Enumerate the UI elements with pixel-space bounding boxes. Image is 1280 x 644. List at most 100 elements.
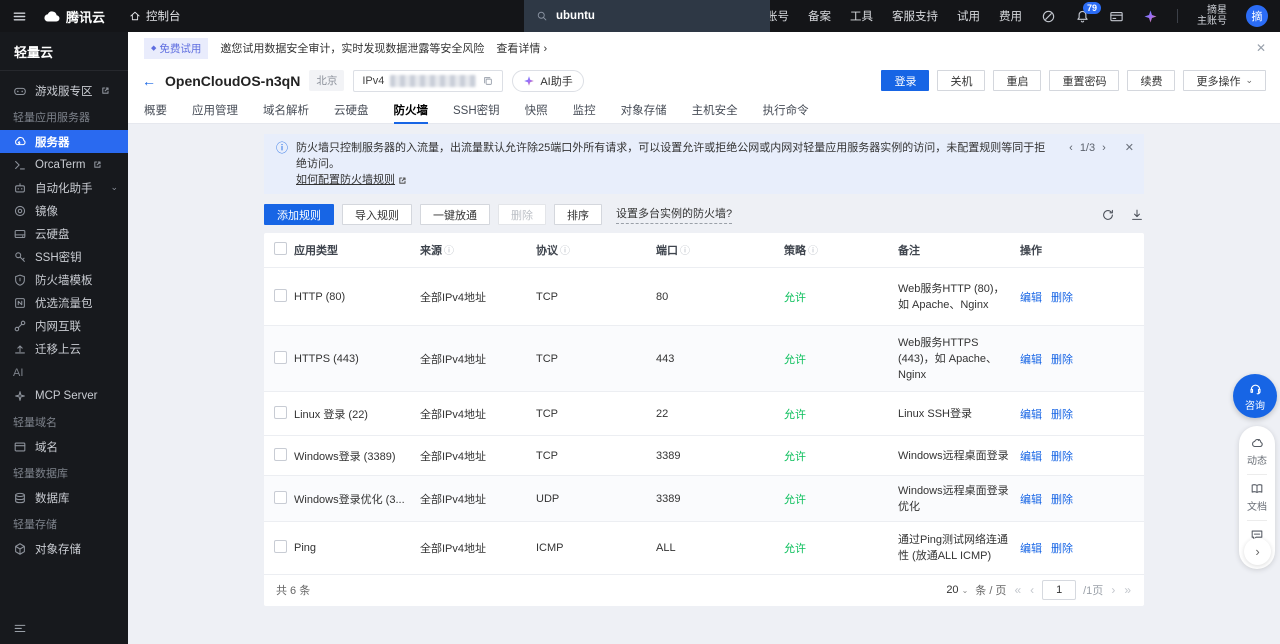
sidebar-collapse-icon[interactable] [13, 621, 27, 635]
nav-support[interactable]: 客服支持 [892, 8, 938, 24]
restart-button[interactable]: 重启 [993, 70, 1042, 91]
sort-button[interactable]: 排序 [554, 204, 602, 225]
tab-run-commands[interactable]: 执行命令 [763, 97, 809, 123]
import-rule-button[interactable]: 导入规则 [342, 204, 412, 225]
edit-link[interactable]: 编辑 [1020, 451, 1042, 463]
ai-assistant-button[interactable]: AI助手 [512, 69, 584, 92]
cell-app-type: Windows登录优化 (3... [294, 493, 405, 506]
tab-ssh-keys[interactable]: SSH密钥 [453, 97, 500, 123]
sidebar-item-object-storage[interactable]: 对象存储 [0, 537, 128, 560]
sidebar-item-database[interactable]: 数据库 [0, 486, 128, 509]
tab-overview[interactable]: 概要 [144, 97, 167, 123]
floating-expand-button[interactable]: › [1244, 538, 1271, 565]
docs-button[interactable]: 文档 [1247, 480, 1267, 515]
login-button[interactable]: 登录 [881, 70, 930, 91]
back-arrow-icon[interactable]: ← [142, 74, 156, 88]
sidebar-item-game-zone[interactable]: 游戏服专区 [0, 79, 128, 102]
sidebar-item-images[interactable]: 镜像 [0, 199, 128, 222]
tab-dns[interactable]: 域名解析 [263, 97, 309, 123]
download-icon[interactable] [1130, 208, 1144, 222]
nav-billing[interactable]: 费用 [999, 8, 1022, 24]
info-icon[interactable]: ⓘ [560, 246, 570, 257]
delete-link[interactable]: 删除 [1051, 543, 1073, 555]
tab-snapshots[interactable]: 快照 [525, 97, 548, 123]
first-page-icon[interactable]: « [1013, 583, 1022, 597]
sidebar-item-orcaterm[interactable]: OrcaTerm [0, 153, 128, 176]
last-page-icon[interactable]: » [1123, 583, 1132, 597]
avatar[interactable]: 摘 [1246, 5, 1268, 27]
reset-password-button[interactable]: 重置密码 [1049, 70, 1120, 91]
edit-link[interactable]: 编辑 [1020, 494, 1042, 506]
tab-app-management[interactable]: 应用管理 [192, 97, 238, 123]
tab-monitoring[interactable]: 监控 [573, 97, 596, 123]
page-size-select[interactable]: 20 ⌄ [946, 584, 968, 596]
tab-cloud-disk[interactable]: 云硬盘 [334, 97, 369, 123]
sidebar-item-automation[interactable]: 自动化助手 ⌄ [0, 176, 128, 199]
consult-button[interactable]: 咨询 [1233, 374, 1277, 418]
select-all-checkbox[interactable] [274, 242, 287, 255]
sidebar-item-ssh-keys[interactable]: SSH密钥 [0, 245, 128, 268]
edit-link[interactable]: 编辑 [1020, 292, 1042, 304]
delete-link[interactable]: 删除 [1051, 292, 1073, 304]
info-icon[interactable]: ⓘ [680, 246, 690, 257]
delete-link[interactable]: 删除 [1051, 354, 1073, 366]
sidebar-item-intranet[interactable]: 内网互联 [0, 314, 128, 337]
row-checkbox[interactable] [274, 288, 287, 302]
nav-icp-filing[interactable]: 备案 [808, 8, 831, 24]
allow-all-button[interactable]: 一键放通 [420, 204, 490, 225]
feed-button[interactable]: 动态 [1247, 434, 1267, 469]
row-checkbox[interactable] [274, 405, 287, 419]
account-name[interactable]: 摘星 主账号 [1197, 5, 1227, 27]
notice-prev-icon[interactable]: ‹ [1069, 140, 1073, 156]
billing-card-icon[interactable] [1109, 9, 1124, 24]
refresh-icon[interactable] [1101, 208, 1115, 222]
multi-instance-firewall-link[interactable]: 设置多台实例的防火墙? [616, 205, 733, 224]
sidebar-item-mcp-server[interactable]: MCP Server [0, 384, 128, 407]
row-checkbox[interactable] [274, 447, 287, 461]
sidebar-item-traffic-packages[interactable]: 优选流量包 [0, 291, 128, 314]
nav-tools[interactable]: 工具 [850, 8, 873, 24]
info-icon[interactable]: ⓘ [808, 246, 818, 257]
tencent-cloud-logo[interactable]: 腾讯云 [43, 7, 105, 26]
topbar-search[interactable] [524, 0, 770, 32]
more-actions-button[interactable]: 更多操作 ⌄ [1183, 70, 1266, 91]
delete-link[interactable]: 删除 [1051, 409, 1073, 421]
row-checkbox[interactable] [274, 350, 287, 364]
notification-bell-icon[interactable]: 79 [1075, 1, 1102, 24]
info-icon[interactable]: ⓘ [444, 246, 454, 257]
copy-icon[interactable] [482, 75, 494, 87]
sidebar-item-firewall-templates[interactable]: 防火墙模板 [0, 268, 128, 291]
search-input[interactable] [556, 10, 716, 22]
tab-host-security[interactable]: 主机安全 [692, 97, 738, 123]
help-compass-icon[interactable] [1041, 9, 1056, 24]
sidebar-item-domain[interactable]: 域名 [0, 435, 128, 458]
sidebar-item-server[interactable]: 服务器 [0, 130, 128, 153]
row-checkbox[interactable] [274, 490, 287, 504]
shutdown-button[interactable]: 关机 [937, 70, 986, 91]
next-page-icon[interactable]: › [1110, 583, 1116, 597]
notice-close-icon[interactable]: ✕ [1125, 140, 1134, 156]
delete-rules-button[interactable]: 删除 [498, 204, 546, 225]
promo-details-link[interactable]: 查看详情 › [496, 40, 547, 56]
nav-trial[interactable]: 试用 [957, 8, 980, 24]
edit-link[interactable]: 编辑 [1020, 354, 1042, 366]
ai-sparkle-icon[interactable] [1143, 9, 1158, 24]
delete-link[interactable]: 删除 [1051, 451, 1073, 463]
sidebar-item-migration[interactable]: 迁移上云 [0, 337, 128, 360]
renew-button[interactable]: 续费 [1127, 70, 1176, 91]
sidebar-item-cloud-disk[interactable]: 云硬盘 [0, 222, 128, 245]
prev-page-icon[interactable]: ‹ [1029, 583, 1035, 597]
edit-link[interactable]: 编辑 [1020, 409, 1042, 421]
current-page-input[interactable]: 1 [1042, 580, 1077, 600]
edit-link[interactable]: 编辑 [1020, 543, 1042, 555]
add-rule-button[interactable]: 添加规则 [264, 204, 334, 225]
console-link[interactable]: 控制台 [129, 8, 181, 24]
tab-firewall[interactable]: 防火墙 [393, 97, 428, 124]
menu-hamburger-icon[interactable] [12, 9, 27, 24]
tab-object-storage[interactable]: 对象存储 [621, 97, 667, 123]
notice-next-icon[interactable]: › [1102, 140, 1106, 156]
delete-link[interactable]: 删除 [1051, 494, 1073, 506]
row-checkbox[interactable] [274, 539, 287, 553]
firewall-docs-link[interactable]: 如何配置防火墙规则 [296, 172, 395, 188]
promo-close-icon[interactable]: ✕ [1256, 41, 1266, 55]
